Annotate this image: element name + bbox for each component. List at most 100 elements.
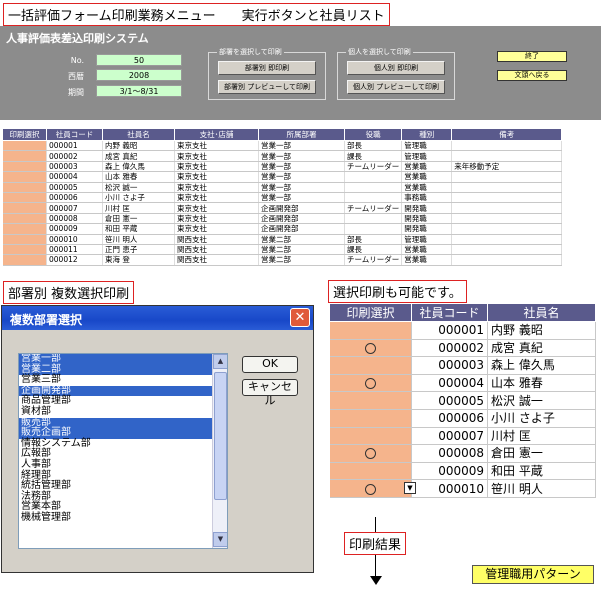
table-cell: 000002 xyxy=(46,150,103,162)
table-cell: 部長 xyxy=(344,140,403,152)
employee-code-cell: 000009 xyxy=(411,462,488,481)
scroll-thumb[interactable] xyxy=(214,372,227,500)
table-row: 000008 倉田 憲一 東京支社 企画開発部 開発職 xyxy=(2,213,563,225)
table-cell xyxy=(451,192,563,204)
control-panel: 人事評価表差込印刷システム No. 50 西暦 2008 期間 3/1～8/31… xyxy=(0,26,601,120)
employee-code: 000002 xyxy=(438,340,484,355)
table-cell: 東京支社 xyxy=(174,140,259,152)
table-cell xyxy=(451,213,563,225)
department-list-item[interactable]: 営業一部 xyxy=(19,354,227,365)
employee-code: 000003 xyxy=(438,358,484,373)
down-arrow-icon xyxy=(370,576,382,585)
print-select-cell[interactable] xyxy=(329,339,412,358)
print-select-cell[interactable] xyxy=(2,192,47,204)
table-cell: 開発職 xyxy=(401,213,453,225)
selected-circle-icon xyxy=(364,483,376,495)
employee-code-cell: 000003 xyxy=(411,356,488,375)
no-label: No. xyxy=(70,56,84,65)
cancel-button[interactable]: キャンセル xyxy=(242,379,298,407)
print-select-cell[interactable] xyxy=(2,202,47,214)
listbox-scrollbar[interactable]: ▲ ▼ xyxy=(212,354,227,548)
period-field[interactable]: 3/1～8/31 xyxy=(96,85,182,97)
year-field[interactable]: 2008 xyxy=(96,69,182,81)
table-cell: 和田 平蔵 xyxy=(102,223,175,235)
table-cell xyxy=(451,171,563,183)
no-field[interactable]: 50 xyxy=(96,54,182,66)
table-cell: 東海 登 xyxy=(102,254,175,266)
print-select-cell[interactable] xyxy=(2,140,47,152)
select-table-header: 印刷選択 xyxy=(329,303,412,322)
employee-table-header: 所属部署 xyxy=(258,128,345,141)
scroll-up-icon[interactable]: ▲ xyxy=(213,354,227,369)
employee-code: 000009 xyxy=(438,464,484,479)
department-list-item[interactable]: 資材部 xyxy=(19,406,227,418)
employee-name-cell: 森上 偉久馬 xyxy=(487,356,596,375)
exit-button[interactable]: 終了 xyxy=(497,51,567,62)
employee-code: 000006 xyxy=(438,411,484,426)
print-select-cell[interactable] xyxy=(2,150,47,162)
employee-code-cell: 000005 xyxy=(411,391,488,410)
table-cell: 東京支社 xyxy=(174,213,259,225)
employee-table-header: 備考 xyxy=(451,128,563,141)
print-select-cell[interactable] xyxy=(2,161,47,173)
table-cell: 東京支社 xyxy=(174,182,259,193)
print-select-cell[interactable] xyxy=(329,321,412,340)
department-list-item[interactable]: 人事部 xyxy=(19,459,227,471)
print-select-cell[interactable] xyxy=(2,244,47,256)
print-select-cell[interactable] xyxy=(329,391,412,410)
dropdown-arrow-icon[interactable]: ▼ xyxy=(404,482,416,495)
table-cell xyxy=(451,140,563,152)
table-row: 000001 内野 義昭 xyxy=(329,321,596,340)
table-row: 000001 内野 義昭 東京支社 営業一部 部長 管理職 xyxy=(2,140,563,152)
employee-code: 000007 xyxy=(438,428,484,443)
person-print-button[interactable]: 個人別 即印刷 xyxy=(347,61,445,75)
department-list-item[interactable]: 機械管理部 xyxy=(19,512,227,524)
print-select-cell[interactable] xyxy=(2,182,47,193)
table-cell xyxy=(451,244,563,256)
table-cell xyxy=(344,213,403,225)
employee-code: 000004 xyxy=(438,376,484,391)
ok-button[interactable]: OK xyxy=(242,356,298,373)
table-cell: 関西支社 xyxy=(174,234,259,245)
table-row: 000011 正門 恵子 関西支社 営業二部 課長 営業職 xyxy=(2,244,563,256)
select-caption: 選択印刷も可能です。 xyxy=(328,280,467,303)
print-select-cell[interactable] xyxy=(329,356,412,375)
employee-code-cell: 000006 xyxy=(411,409,488,428)
table-cell: 事務職 xyxy=(401,192,453,204)
dept-preview-button[interactable]: 部署別 プレビューして印刷 xyxy=(218,80,316,94)
print-select-cell[interactable] xyxy=(2,171,47,183)
print-select-cell[interactable] xyxy=(329,444,412,463)
print-select-cell[interactable] xyxy=(2,234,47,245)
print-select-cell[interactable] xyxy=(2,213,47,225)
employee-name-cell: 小川 さよ子 xyxy=(487,409,596,428)
employee-table: 印刷選択 社員コード 社員名 支社･店舗 所属部署 役職 種別 備考 000001 内野 義昭東… xyxy=(2,128,563,266)
close-icon[interactable]: ✕ xyxy=(290,308,310,327)
table-cell: 営業一部 xyxy=(258,171,345,183)
table-row: 000010 笹川 明人 関西支社 営業二部 部長 管理職 xyxy=(2,234,563,245)
print-select-cell[interactable] xyxy=(329,427,412,446)
department-listbox[interactable]: 営業一部 営業二部 営業三部 企画開発部 商品管理部 資材部 販売部 販売企画部 情報システム部… xyxy=(18,353,228,549)
table-cell: 松沢 誠一 xyxy=(102,182,175,193)
table-row: 000006 小川 さよ子 xyxy=(329,409,596,428)
table-cell: 川村 匡 xyxy=(102,202,175,214)
person-preview-button[interactable]: 個人別 プレビューして印刷 xyxy=(347,80,445,94)
table-cell: 課長 xyxy=(344,244,403,256)
print-select-cell[interactable] xyxy=(329,462,412,481)
employee-code-cell: 000001 xyxy=(411,321,488,340)
table-cell: 管理職 xyxy=(401,150,453,162)
table-row: 000007 川村 匡 xyxy=(329,427,596,446)
table-cell: 000008 xyxy=(46,213,103,225)
print-select-cell[interactable] xyxy=(329,479,412,498)
table-cell: 000010 xyxy=(46,234,103,245)
print-select-cell[interactable] xyxy=(2,223,47,235)
back-to-top-button[interactable]: 文頭へ戻る xyxy=(497,70,567,81)
table-cell: 東京支社 xyxy=(174,223,259,235)
scroll-down-icon[interactable]: ▼ xyxy=(213,532,227,547)
dept-print-button[interactable]: 部署別 即印刷 xyxy=(218,61,316,75)
employee-code: 000001 xyxy=(438,323,484,338)
table-cell: 正門 恵子 xyxy=(102,244,175,256)
table-cell: 000005 xyxy=(46,182,103,193)
print-select-cell[interactable] xyxy=(329,374,412,393)
print-select-cell[interactable] xyxy=(2,254,47,266)
print-select-cell[interactable] xyxy=(329,409,412,428)
